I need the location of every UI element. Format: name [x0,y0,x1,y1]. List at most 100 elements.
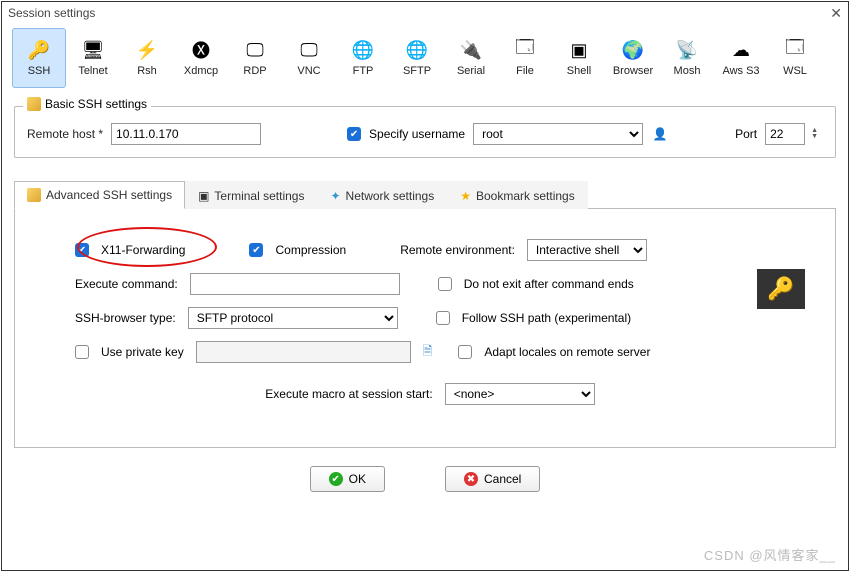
protocol-icon: ▣ [566,39,592,61]
protocol-icon: 🌐 [404,39,430,61]
specify-username-checkbox[interactable]: ✔ [347,127,361,141]
protocol-icon: 🌐 [350,39,376,61]
compression-label: Compression [275,243,346,257]
protocol-label: VNC [297,65,320,77]
protocol-sftp[interactable]: 🌐 SFTP [390,28,444,88]
remote-env-select[interactable]: Interactive shell [527,239,647,261]
exec-command-input[interactable] [190,273,400,295]
protocol-label: Telnet [78,65,107,77]
protocol-awss3[interactable]: ☁ Aws S3 [714,28,768,88]
tab-network[interactable]: ✦Network settings [317,181,447,209]
protocol-file[interactable]: 🗔 File [498,28,552,88]
window-title: Session settings [8,6,95,20]
session-settings-window: Session settings ✕ 🔑SSH🖥Telnet⚡Rsh🅧Xdmcp… [1,1,849,571]
key-image: 🔑 [757,269,805,309]
browser-type-label: SSH-browser type: [75,311,176,325]
follow-ssh-label: Follow SSH path (experimental) [462,311,631,325]
private-key-checkbox[interactable] [75,345,89,359]
protocol-rsh[interactable]: ⚡Rsh [120,28,174,88]
protocol-label: Shell [567,65,591,77]
remote-host-label: Remote host * [27,127,103,141]
protocol-vnc[interactable]: 🖵 VNC [282,28,336,88]
protocol-toolbar: 🔑SSH 🖥 Telnet ⚡Rsh 🅧 Xdmcp 🖵 RDP 🖵 VNC 🌐 FTP 🌐 SFTP 🔌 S… [2,24,848,88]
do-not-exit-checkbox[interactable] [438,277,452,291]
protocol-label: Serial [457,65,485,77]
protocol-telnet[interactable]: 🖥 Telnet [66,28,120,88]
tab-advanced-ssh[interactable]: Advanced SSH settings [14,181,185,209]
protocol-label: File [516,65,534,77]
protocol-mosh[interactable]: 📡 Mosh [660,28,714,88]
macro-label: Execute macro at session start: [265,387,432,401]
basic-legend-text: Basic SSH settings [45,97,147,111]
specify-username-label: Specify username [369,127,465,141]
protocol-icon: 🖵 [242,39,268,61]
titlebar: Session settings ✕ [2,2,848,24]
protocol-serial[interactable]: 🔌 Serial [444,28,498,88]
protocol-icon: 🌍 [620,39,646,61]
network-icon: ✦ [330,189,340,203]
port-label: Port [735,127,757,141]
dialog-buttons: ✔OK ✖Cancel [2,466,848,492]
protocol-icon: 🖵 [296,39,322,61]
protocol-icon: ☁ [728,39,754,61]
protocol-icon: 🗔 [782,39,808,61]
basic-ssh-group: Basic SSH settings Remote host * ✔ Speci… [14,106,836,158]
compression-checkbox[interactable]: ✔ [249,243,263,257]
protocol-label: Xdmcp [184,65,218,77]
protocol-xdmcp[interactable]: 🅧 Xdmcp [174,28,228,88]
protocol-ssh[interactable]: 🔑SSH [12,28,66,88]
remote-env-label: Remote environment: [400,243,515,257]
file-icon[interactable]: 🗎 [423,342,433,363]
protocol-icon: 🖥 [80,39,106,61]
protocol-icon: 📡 [674,39,700,61]
key-icon [27,188,41,202]
remote-host-input[interactable] [111,123,261,145]
do-not-exit-label: Do not exit after command ends [464,277,634,291]
protocol-label: SFTP [403,65,431,77]
username-select[interactable]: root [473,123,643,145]
protocol-label: FTP [353,65,374,77]
protocol-icon: 🔌 [458,39,484,61]
protocol-label: RDP [243,65,266,77]
key-icon [27,97,41,111]
cancel-button[interactable]: ✖Cancel [445,466,540,492]
cancel-icon: ✖ [464,472,478,486]
private-key-input[interactable] [196,341,411,363]
port-spinner[interactable]: ▲▼ [811,128,818,140]
macro-select[interactable]: <none> [445,383,595,405]
protocol-wsl[interactable]: 🗔 WSL [768,28,822,88]
browser-type-select[interactable]: SFTP protocol [188,307,398,329]
check-icon: ✔ [329,472,343,486]
exec-command-label: Execute command: [75,277,178,291]
follow-ssh-checkbox[interactable] [436,311,450,325]
ok-button[interactable]: ✔OK [310,466,385,492]
advanced-tab-body: 🔑 ✔ X11-Forwarding ✔ Compression Remote … [14,209,836,448]
protocol-icon: ⚡ [134,39,160,61]
adapt-locales-label: Adapt locales on remote server [484,345,650,359]
protocol-ftp[interactable]: 🌐 FTP [336,28,390,88]
settings-tabs: Advanced SSH settings ▣Terminal settings… [14,180,836,209]
protocol-label: SSH [28,65,51,77]
close-icon[interactable]: ✕ [830,5,842,22]
port-input[interactable] [765,123,805,145]
adapt-locales-checkbox[interactable] [458,345,472,359]
x11-forwarding-label: X11-Forwarding [101,243,185,257]
protocol-shell[interactable]: ▣ Shell [552,28,606,88]
protocol-browser[interactable]: 🌍 Browser [606,28,660,88]
protocol-rdp[interactable]: 🖵 RDP [228,28,282,88]
user-icon[interactable]: 👤 [651,125,669,143]
protocol-icon: 🅧 [188,39,214,61]
terminal-icon: ▣ [198,189,209,203]
protocol-label: Browser [613,65,653,77]
star-icon: ★ [460,189,471,203]
protocol-label: Aws S3 [722,65,759,77]
protocol-label: WSL [783,65,807,77]
x11-forwarding-checkbox[interactable]: ✔ [75,243,89,257]
watermark: CSDN @风情客家__ [704,545,836,564]
tab-terminal[interactable]: ▣Terminal settings [185,181,317,209]
tab-bookmark[interactable]: ★Bookmark settings [447,181,587,209]
protocol-icon: 🗔 [512,39,538,61]
basic-legend: Basic SSH settings [23,97,151,111]
protocol-label: Mosh [674,65,701,77]
private-key-label: Use private key [101,345,184,359]
